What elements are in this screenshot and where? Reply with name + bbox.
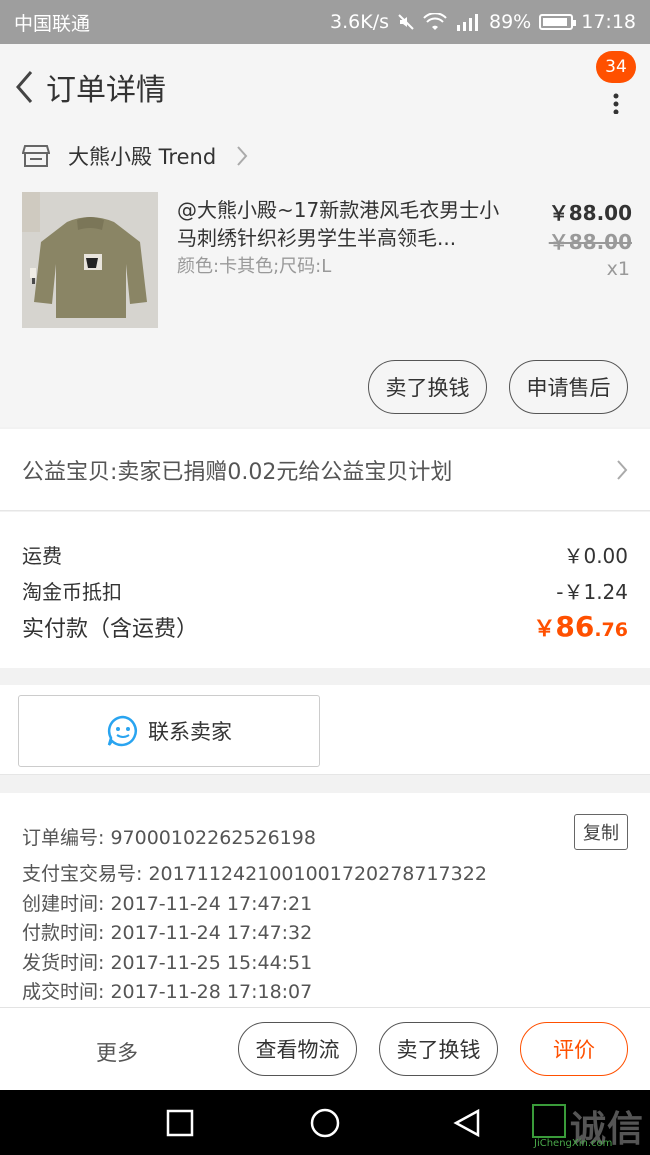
product-spec: 颜色:卡其色;尺码:L [177, 256, 332, 277]
watermark-logo: 诚信 JiChengXin.com [532, 1098, 644, 1154]
contact-seller-button[interactable]: 联系卖家 [18, 695, 320, 767]
status-right: 3.6K/s 89% 17:18 [330, 11, 636, 33]
paid-row: 实付款（含运费） ￥86.76 [22, 610, 628, 643]
battery-percent: 89% [489, 11, 532, 33]
paid-label: 实付款（含运费） [22, 616, 199, 642]
contact-section: 联系卖家 [0, 685, 650, 775]
chat-bubble-icon [107, 715, 137, 747]
paid-time: 付款时间: 2017-11-24 17:47:32 [22, 922, 313, 944]
shipping-row: 运费 ￥0.00 [22, 540, 628, 569]
recents-icon[interactable] [165, 1108, 195, 1138]
review-button[interactable]: 评价 [520, 1022, 628, 1076]
wifi-icon [423, 13, 447, 30]
home-icon[interactable] [308, 1108, 342, 1142]
paid-integer: 86 [555, 610, 595, 643]
mute-icon [398, 14, 414, 30]
message-count-badge: 34 [596, 51, 636, 83]
paid-amount: ￥86.76 [533, 610, 628, 643]
clock: 17:18 [581, 11, 636, 33]
watermark-subtext: JiChengXin.com [534, 1138, 613, 1149]
sell-button[interactable]: 卖了换钱 [379, 1022, 498, 1076]
signal-icon [457, 14, 478, 31]
shop-icon [22, 145, 50, 167]
shipping-value: ￥0.00 [563, 544, 628, 568]
coin-discount-row: 淘金币抵扣 -￥1.24 [22, 576, 628, 605]
coin-discount-value: -￥1.24 [556, 580, 628, 604]
chevron-right-icon [617, 459, 628, 480]
more-button[interactable]: 更多 [96, 1037, 138, 1067]
order-info: 订单编号: 97000102262526198 复制 支付宝交易号: 20171… [0, 793, 650, 1007]
copy-button[interactable]: 复制 [574, 814, 628, 850]
more-vertical-icon [613, 93, 619, 114]
alipay-number: 支付宝交易号: 2017112421001001720278717322 [22, 863, 487, 885]
network-speed: 3.6K/s [330, 11, 389, 33]
sell-item-button[interactable]: 卖了换钱 [368, 360, 487, 414]
charity-row[interactable]: 公益宝贝:卖家已捐赠0.02元给公益宝贝计划 [0, 429, 650, 511]
shop-row[interactable]: 大熊小殿 Trend [0, 130, 650, 182]
status-bar: 中国联通 3.6K/s 89% 17:18 [0, 0, 650, 44]
chevron-left-icon [16, 71, 33, 103]
view-logistics-button[interactable]: 查看物流 [238, 1022, 357, 1076]
shop-name: 大熊小殿 Trend [68, 145, 217, 169]
paid-decimal: .76 [594, 619, 628, 641]
fee-summary: 运费 ￥0.00 淘金币抵扣 -￥1.24 实付款（含运费） ￥86.76 [0, 512, 650, 668]
app-header: 订单详情 34 [0, 44, 650, 130]
page-title: 订单详情 [46, 73, 166, 108]
contact-seller-label: 联系卖家 [148, 720, 232, 744]
created-time: 创建时间: 2017-11-24 17:47:21 [22, 893, 313, 915]
carrier-name: 中国联通 [14, 12, 91, 35]
product-price: ￥88.00 [548, 201, 632, 225]
order-number: 订单编号: 97000102262526198 [22, 827, 316, 849]
completed-time: 成交时间: 2017-11-28 17:18:07 [22, 981, 313, 1003]
product-image[interactable] [22, 192, 158, 328]
shipped-time: 发货时间: 2017-11-25 15:44:51 [22, 952, 313, 974]
product-original-price: ￥88.00 [548, 230, 632, 254]
back-button[interactable] [4, 44, 44, 130]
coin-discount-label: 淘金币抵扣 [22, 580, 122, 604]
product-quantity: x1 [606, 258, 630, 280]
chevron-right-icon [237, 146, 248, 166]
bottom-action-bar: 更多 查看物流 卖了换钱 评价 [0, 1007, 650, 1090]
battery-icon [539, 14, 577, 30]
watermark-seal-icon [532, 1104, 566, 1138]
back-nav-icon[interactable] [452, 1108, 482, 1138]
charity-text: 公益宝贝:卖家已捐赠0.02元给公益宝贝计划 [22, 459, 453, 485]
shipping-label: 运费 [22, 544, 62, 568]
after-sale-button[interactable]: 申请售后 [509, 360, 628, 414]
product-title[interactable]: @大熊小殿~17新款港风毛衣男士小马刺绣针织衫男学生半高领毛... [177, 196, 507, 252]
paid-currency: ￥ [533, 617, 556, 642]
order-item[interactable]: @大熊小殿~17新款港风毛衣男士小马刺绣针织衫男学生半高领毛... 颜色:卡其色… [0, 182, 650, 427]
